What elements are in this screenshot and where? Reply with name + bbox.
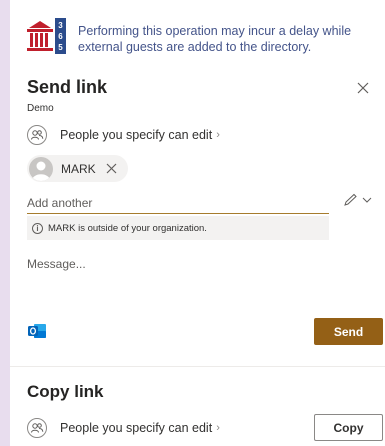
add-recipient-input[interactable] xyxy=(27,192,329,214)
people-icon xyxy=(27,418,47,438)
logo-digit-3: 3 xyxy=(58,21,63,30)
edit-permission-dropdown[interactable] xyxy=(343,193,372,207)
send-permission-label: People you specify can edit xyxy=(60,128,213,142)
copy-link-title: Copy link xyxy=(27,382,104,401)
outlook-icon[interactable] xyxy=(27,322,47,340)
people-icon xyxy=(27,125,47,145)
info-banner: 3 6 5 Performing this operation may incu… xyxy=(10,0,385,67)
chevron-down-icon xyxy=(362,197,372,203)
section-divider xyxy=(10,366,385,367)
pencil-icon xyxy=(344,193,357,206)
chevron-right-icon: › xyxy=(216,422,220,434)
warning-text: MARK is outside of your organization. xyxy=(48,222,207,234)
logo-digit-6: 6 xyxy=(58,32,63,41)
copy-permission-selector[interactable]: People you specify can edit › xyxy=(27,417,220,439)
logo-digit-5: 5 xyxy=(58,43,63,52)
send-link-title: Send link xyxy=(27,77,108,97)
recipient-name: MARK xyxy=(61,161,96,176)
send-permission-selector[interactable]: People you specify can edit › xyxy=(27,124,220,146)
close-icon xyxy=(357,82,369,94)
remove-recipient-button[interactable] xyxy=(105,162,119,176)
send-button[interactable]: Send xyxy=(314,318,383,345)
external-warning: i MARK is outside of your organization. xyxy=(27,216,329,240)
recipient-chip[interactable]: MARK xyxy=(27,155,128,182)
avatar-icon xyxy=(29,156,53,181)
close-button[interactable] xyxy=(353,78,373,98)
share-panel: 3 6 5 Performing this operation may incu… xyxy=(10,0,385,446)
info-icon: i xyxy=(32,222,43,234)
banner-message: Performing this operation may incur a de… xyxy=(78,24,352,54)
copy-permission-label: People you specify can edit xyxy=(60,421,213,435)
message-field[interactable] xyxy=(27,257,372,297)
copy-button[interactable]: Copy xyxy=(314,414,383,441)
item-name: Demo xyxy=(27,103,54,114)
chevron-right-icon: › xyxy=(216,129,220,141)
remove-icon xyxy=(106,163,117,174)
office-365-logo-icon: 3 6 5 xyxy=(25,17,67,55)
